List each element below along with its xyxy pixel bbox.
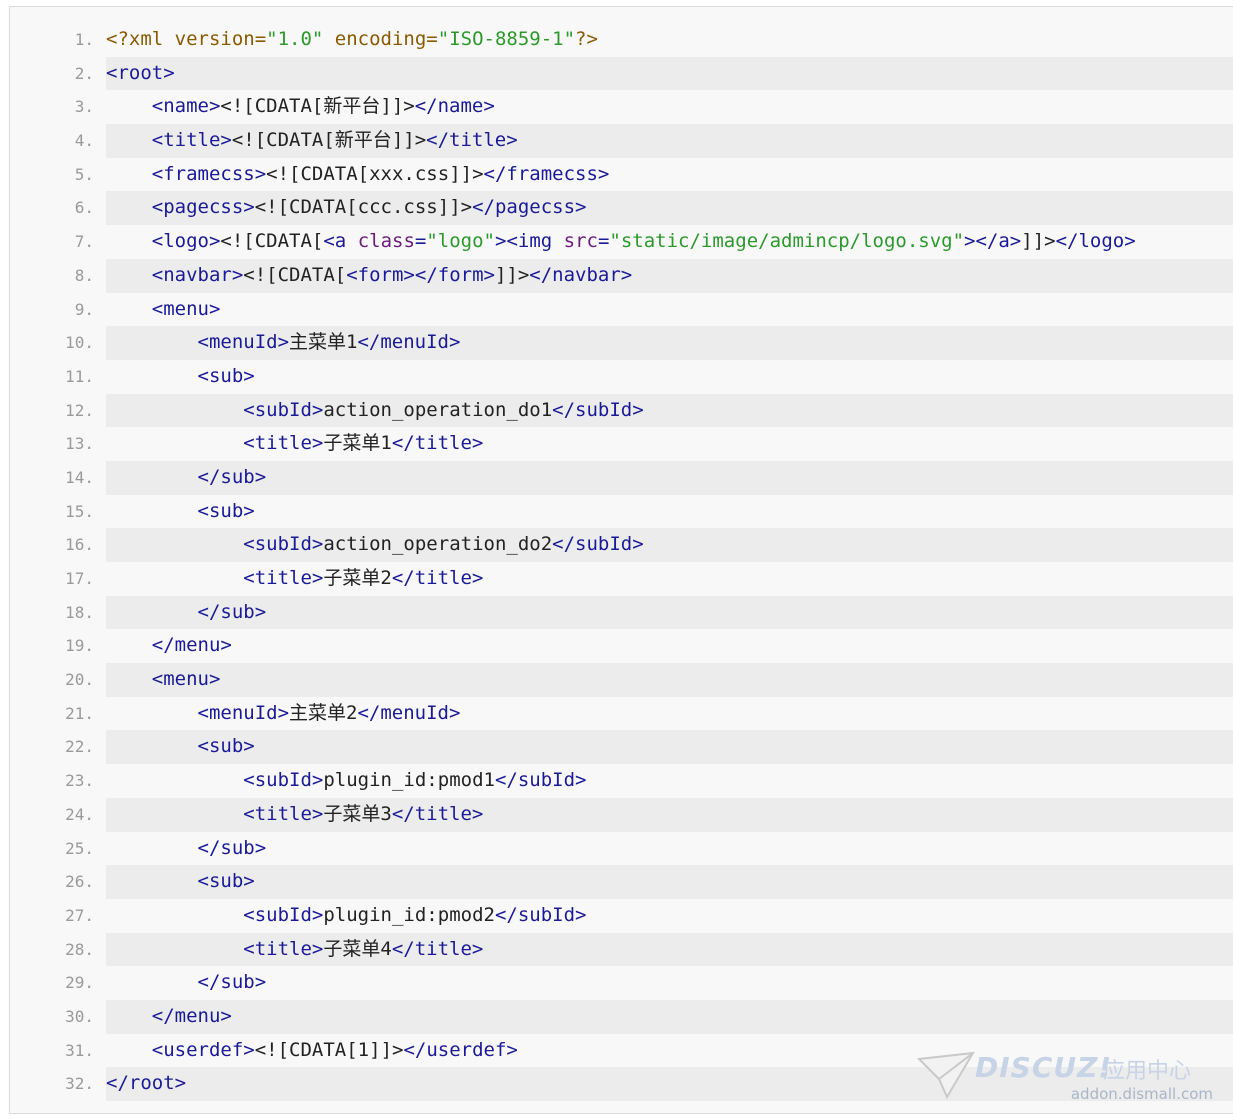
watermark-cn: 应用中心 [1103,1059,1192,1084]
code-text: <title>子菜单2</title> [243,567,484,589]
discuz-watermark: DISCUZ! 应用中心 addon.dismall.com [917,1051,1217,1109]
code-line: 21 <menuId>主菜单2</menuId> [10,697,1233,731]
line-number: 17 [10,562,94,596]
code-line: 25 </sub> [10,832,1233,866]
line-number: 20 [10,663,94,697]
code-text: <menu> [106,663,1233,697]
line-number: 31 [10,1034,94,1068]
line-number: 23 [10,764,94,798]
line-number: 8 [10,259,94,293]
code-line: 15 <sub> [10,495,1233,529]
code-line: 18 </sub> [10,595,1233,630]
line-number: 27 [10,899,94,933]
line-number: 9 [10,293,94,327]
line-number: 12 [10,394,94,428]
line-number: 32 [10,1067,94,1101]
line-number: 26 [10,865,94,899]
code-line: 3 <name><![CDATA[新平台]]></name> [10,90,1233,124]
code-text: <framecss><![CDATA[xxx.css]]></framecss> [151,162,610,185]
code-text: <?xml version="1.0" encoding="ISO-8859-1… [106,28,598,50]
code-text: </menu> [106,999,1233,1034]
code-line: 7 <logo><![CDATA[<a class="logo"><img sr… [10,225,1233,259]
code-line: 13 <title>子菜单1</title> [10,427,1233,461]
code-lines: 1 <?xml version="1.0" encoding="ISO-8859-… [10,23,1233,1101]
line-number: 22 [10,730,94,764]
code-line: 16 <subId>action_operation_do2</subId> [10,528,1233,562]
code-line: 29 </sub> [10,966,1233,1000]
code-text: <title>子菜单4</title> [106,932,1233,967]
code-text: </sub> [106,595,1233,630]
code-line: 17 <title>子菜单2</title> [10,562,1233,596]
code-text: <sub> [197,364,255,387]
line-number: 2 [10,57,94,91]
line-number: 6 [10,191,94,225]
code-line: 4 <title><![CDATA[新平台]]></title> [10,124,1233,158]
code-line: 11 <sub> [10,360,1233,394]
line-number: 18 [10,596,94,630]
line-number: 3 [10,90,94,124]
line-number: 28 [10,933,94,967]
code-line: 19 </menu> [10,629,1233,663]
code-line: 26 <sub> [10,865,1233,899]
line-number: 15 [10,495,94,529]
code-line: 20 <menu> [10,663,1233,697]
code-line: 22 <sub> [10,730,1233,765]
code-line: 12 <subId>action_operation_do1</subId> [10,393,1233,428]
code-text: <subId>action_operation_do1</subId> [106,393,1233,428]
code-text: <menuId>主菜单1</menuId> [106,326,1233,360]
code-text: <sub> [106,865,1233,899]
line-number: 5 [10,158,94,192]
line-number: 11 [10,360,94,394]
code-text: <navbar><![CDATA[<form></form>]]></navba… [106,258,1233,293]
code-text: </sub> [106,460,1233,495]
line-number: 25 [10,832,94,866]
code-text: <root> [106,56,1233,91]
code-text: <sub> [197,499,255,522]
line-number: 16 [10,528,94,562]
code-text: <subId>action_operation_do2</subId> [106,528,1233,562]
code-line: 8 <navbar><![CDATA[<form></form>]]></nav… [10,258,1233,293]
code-line: 9 <menu> [10,293,1233,327]
line-number: 24 [10,798,94,832]
code-line: 30 </menu> [10,999,1233,1034]
code-text: </sub> [197,836,267,859]
code-line: 10 <menuId>主菜单1</menuId> [10,326,1233,360]
code-text: <title><![CDATA[新平台]]></title> [106,124,1233,158]
code-text: <subId>plugin_id:pmod2</subId> [243,903,587,926]
line-number: 7 [10,225,94,259]
code-block: 1 <?xml version="1.0" encoding="ISO-8859-… [9,6,1233,1114]
line-number: 19 [10,629,94,663]
code-line: 6 <pagecss><![CDATA[ccc.css]]></pagecss> [10,191,1233,226]
paper-plane-icon [917,1051,975,1100]
line-number: 30 [10,1000,94,1034]
watermark-brand: DISCUZ! [975,1051,1113,1084]
code-line: 27 <subId>plugin_id:pmod2</subId> [10,899,1233,933]
code-text: <menuId>主菜单2</menuId> [197,701,461,724]
code-text: <logo><![CDATA[<a class="logo"><img src=… [151,230,1136,253]
code-line: 28 <title>子菜单4</title> [10,932,1233,967]
code-text: <title>子菜单3</title> [106,797,1233,832]
code-text: <sub> [106,730,1233,765]
code-line: 5 <framecss><![CDATA[xxx.css]]></framecs… [10,158,1233,192]
watermark-url: addon.dismall.com [1070,1085,1213,1103]
code-text: <name><![CDATA[新平台]]></name> [151,95,495,118]
code-line: 23 <subId>plugin_id:pmod1</subId> [10,764,1233,798]
code-text: </sub> [197,971,267,994]
line-number: 21 [10,697,94,731]
code-line: 1 <?xml version="1.0" encoding="ISO-8859-… [10,23,1233,57]
code-text: <subId>plugin_id:pmod1</subId> [243,769,587,792]
line-number: 10 [10,326,94,360]
code-line: 2 <root> [10,56,1233,91]
line-number: 14 [10,461,94,495]
code-text: </menu> [151,634,232,657]
code-line: 24 <title>子菜单3</title> [10,797,1233,832]
code-line: 14 </sub> [10,460,1233,495]
line-number: 13 [10,427,94,461]
line-number: 1 [10,23,94,57]
line-number: 4 [10,124,94,158]
code-text: <pagecss><![CDATA[ccc.css]]></pagecss> [106,191,1233,226]
code-text: <title>子菜单1</title> [243,432,484,455]
code-text: <menu> [151,297,221,320]
line-number: 29 [10,966,94,1000]
